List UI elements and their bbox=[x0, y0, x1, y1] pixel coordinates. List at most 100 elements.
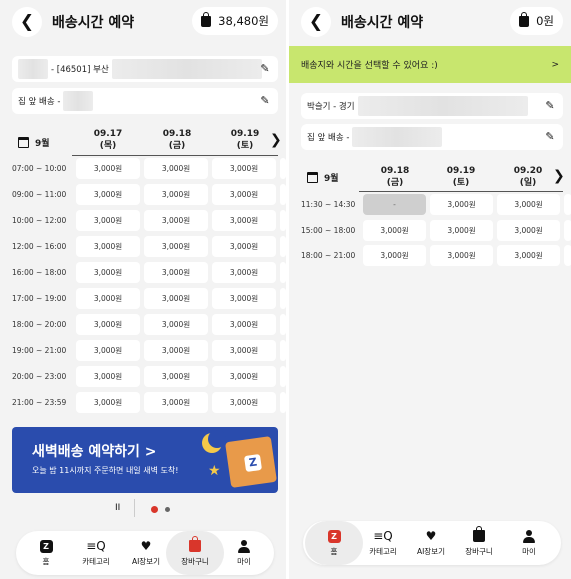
nav-home[interactable]: Z 홈 bbox=[305, 521, 363, 565]
dawn-delivery-banner[interactable]: 새벽배송 예약하기 > 오늘 밤 11시까지 주문하면 내일 새벽 도착! ★ … bbox=[12, 427, 278, 493]
time-slot-cell[interactable]: 3,000원 bbox=[144, 158, 208, 179]
time-slot-cell[interactable]: 3,000원 bbox=[144, 366, 208, 387]
time-slot-label: 15:00 ~ 18:00 bbox=[301, 225, 356, 235]
time-slot-label: 11:30 ~ 14:30 bbox=[301, 200, 356, 209]
pager-dot[interactable] bbox=[165, 507, 170, 512]
nav-cart[interactable]: 장바구니 bbox=[455, 521, 503, 565]
date-column-0[interactable]: 09.17 (목) bbox=[76, 128, 140, 152]
time-slot-cell[interactable]: 3,000원 bbox=[76, 184, 140, 205]
calendar-icon bbox=[307, 172, 318, 183]
nav-home[interactable]: Z 홈 bbox=[22, 531, 70, 575]
date-column-1[interactable]: 09.19 (토) bbox=[429, 165, 493, 189]
pause-button[interactable]: II bbox=[115, 503, 120, 513]
time-slot-cell[interactable]: 3,000원 bbox=[76, 236, 140, 257]
guide-banner[interactable]: 배송지와 시간을 선택할 수 있어요 :) > bbox=[289, 46, 571, 83]
time-slot-cell[interactable]: 3,000원 bbox=[76, 392, 140, 413]
time-slot-cell-unavailable[interactable]: - bbox=[363, 194, 426, 215]
time-slot-cell[interactable]: 3,000원 bbox=[363, 219, 426, 241]
nav-category[interactable]: ≡Q 카테고리 bbox=[72, 531, 120, 575]
time-slot-cell[interactable]: 3,000원 bbox=[212, 184, 276, 205]
back-button[interactable]: ❮ bbox=[301, 7, 331, 37]
time-slot-cell[interactable]: 3,000원 bbox=[144, 236, 208, 257]
date-column-2[interactable]: 09.19 (토) bbox=[213, 128, 277, 152]
time-slot-cell[interactable]: 3,000원 bbox=[144, 340, 208, 361]
date-column-1[interactable]: 09.18 (금) bbox=[145, 128, 209, 152]
cart-total: 38,480원 bbox=[218, 14, 269, 28]
back-button[interactable]: ❮ bbox=[12, 7, 42, 37]
entrance-card[interactable]: 집 앞 배송 - ✎ bbox=[12, 88, 278, 114]
time-slot-cell[interactable]: 3,000원 bbox=[212, 158, 276, 179]
time-slot-cell[interactable]: 3,000원 bbox=[144, 314, 208, 335]
chevron-right-icon: > bbox=[551, 59, 559, 70]
time-slot-cell[interactable]: 3,000원 bbox=[212, 288, 276, 309]
time-slot-cell[interactable]: 3,000원 bbox=[363, 245, 426, 266]
time-slot-cell[interactable]: 3,000원 bbox=[76, 262, 140, 283]
time-slot-cell[interactable]: 3,000원 bbox=[212, 262, 276, 283]
time-slot-cell[interactable]: 3,000원 bbox=[212, 236, 276, 257]
cart-total-button[interactable]: 0원 bbox=[510, 7, 563, 35]
edit-pencil-icon[interactable]: ✎ bbox=[544, 100, 556, 112]
heart-icon: ♥ bbox=[425, 529, 437, 543]
time-slot-label: 18:00 ~ 20:00 bbox=[12, 320, 67, 329]
right-screen: ❮ 배송시간 예약 0원 배송지와 시간을 선택할 수 있어요 :) > 박슬기… bbox=[289, 0, 571, 579]
time-slot-cell[interactable]: 3,000원 bbox=[76, 288, 140, 309]
page-title: 배송시간 예약 bbox=[341, 15, 424, 31]
time-slot-cell[interactable]: 3,000원 bbox=[212, 340, 276, 361]
nav-ai-shopping[interactable]: ♥ AI장보기 bbox=[122, 531, 170, 575]
nav-my[interactable]: 마이 bbox=[505, 521, 553, 565]
cart-total-button[interactable]: 38,480원 bbox=[192, 7, 278, 35]
entrance-text: 집 앞 배송 - bbox=[307, 133, 350, 143]
next-dates-arrow-icon[interactable]: ❯ bbox=[270, 132, 282, 148]
address-text: 박슬기 - 경기 bbox=[307, 102, 355, 112]
redacted-text bbox=[357, 96, 528, 116]
person-icon bbox=[523, 529, 535, 543]
time-slot-cell[interactable]: 3,000원 bbox=[212, 366, 276, 387]
nav-category[interactable]: ≡Q 카테고리 bbox=[359, 521, 407, 565]
time-slot-cell[interactable]: 3,000원 bbox=[497, 245, 560, 266]
edit-pencil-icon[interactable]: ✎ bbox=[259, 63, 271, 75]
time-slot-cell[interactable]: 3,000원 bbox=[430, 194, 493, 215]
address-card[interactable]: - [46501] 부산 ✎ bbox=[12, 56, 278, 82]
time-slot-cell[interactable]: 3,000원 bbox=[144, 262, 208, 283]
nav-ai-shopping[interactable]: ♥ AI장보기 bbox=[407, 521, 455, 565]
time-slot-cell[interactable]: 3,000원 bbox=[144, 392, 208, 413]
time-slot-label: 09:00 ~ 11:00 bbox=[12, 190, 67, 199]
time-slot-cell[interactable]: 3,000원 bbox=[76, 158, 140, 179]
time-slot-cell[interactable]: 3,000원 bbox=[430, 219, 493, 241]
time-slot-cell[interactable]: 3,000원 bbox=[212, 392, 276, 413]
time-slot-cell[interactable]: 3,000원 bbox=[212, 314, 276, 335]
back-arrow-icon: ❮ bbox=[308, 12, 324, 32]
time-slot-label: 12:00 ~ 16:00 bbox=[12, 242, 67, 251]
date-column-0[interactable]: 09.18 (금) bbox=[363, 165, 427, 189]
time-slot-cell[interactable]: 3,000원 bbox=[76, 314, 140, 335]
entrance-card[interactable]: 집 앞 배송 - ✎ bbox=[301, 124, 563, 150]
time-slot-cell[interactable]: 3,000원 bbox=[430, 245, 493, 266]
time-slot-cell[interactable]: 3,000원 bbox=[76, 366, 140, 387]
time-slot-cell[interactable]: 3,000원 bbox=[144, 210, 208, 231]
nav-my[interactable]: 마이 bbox=[220, 531, 268, 575]
time-slot-cell[interactable]: 3,000원 bbox=[497, 219, 560, 241]
time-slot-cell[interactable]: 3,000원 bbox=[76, 340, 140, 361]
time-slot-cell[interactable]: 3,000원 bbox=[497, 194, 560, 215]
top-bar: ❮ 배송시간 예약 0원 bbox=[289, 0, 571, 44]
cart-icon bbox=[189, 536, 201, 552]
time-slot-cell[interactable]: 3,000원 bbox=[76, 210, 140, 231]
time-slot-cell[interactable]: 3,000원 bbox=[144, 184, 208, 205]
nav-cart[interactable]: 장바구니 bbox=[166, 531, 224, 575]
edit-pencil-icon[interactable]: ✎ bbox=[259, 95, 271, 107]
time-slot-cell[interactable]: 3,000원 bbox=[144, 288, 208, 309]
date-column-2[interactable]: 09.20 (일) bbox=[496, 165, 560, 189]
entrance-text: 집 앞 배송 - bbox=[18, 97, 61, 107]
redacted-text bbox=[63, 91, 94, 111]
time-slot-cell[interactable]: 3,000원 bbox=[212, 210, 276, 231]
next-dates-arrow-icon[interactable]: ❯ bbox=[553, 168, 565, 184]
date-divider bbox=[72, 155, 278, 156]
address-card[interactable]: 박슬기 - 경기 ✎ bbox=[301, 93, 563, 119]
time-slot-label: 16:00 ~ 18:00 bbox=[12, 268, 67, 277]
time-slot-cell-peek[interactable] bbox=[564, 219, 571, 241]
category-icon: ≡Q bbox=[373, 529, 393, 543]
pager-dot-active[interactable] bbox=[151, 506, 158, 513]
edit-pencil-icon[interactable]: ✎ bbox=[544, 131, 556, 143]
time-slot-cell-peek[interactable] bbox=[564, 245, 571, 266]
time-slot-cell-peek[interactable] bbox=[564, 194, 571, 215]
